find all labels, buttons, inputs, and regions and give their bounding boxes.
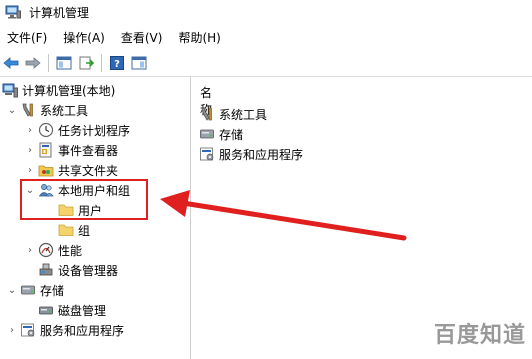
annotation-arrow — [160, 190, 407, 241]
annotation-arrow-shaft — [183, 201, 407, 241]
watermark: 百度知道 — [433, 323, 526, 348]
annotation-arrow-head — [160, 190, 190, 217]
